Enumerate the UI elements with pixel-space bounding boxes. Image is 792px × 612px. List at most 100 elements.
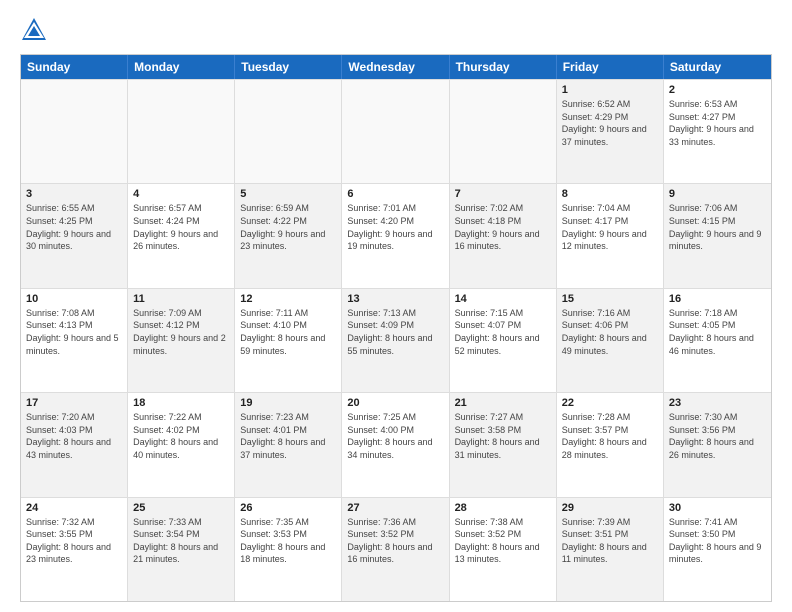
day-number: 5: [240, 188, 336, 200]
weekday-header: Tuesday: [235, 55, 342, 79]
calendar-cell: 25 Sunrise: 7:33 AMSunset: 3:54 PMDayligh…: [128, 498, 235, 601]
calendar-cell: 18 Sunrise: 7:22 AMSunset: 4:02 PMDayligh…: [128, 393, 235, 496]
day-info: Sunrise: 7:36 AMSunset: 3:52 PMDaylight:…: [347, 516, 443, 566]
day-info: Sunrise: 6:52 AMSunset: 4:29 PMDaylight:…: [562, 98, 658, 148]
calendar-cell: 13Sunrise: 7:13 AMSunset: 4:09 PMDayligh…: [342, 289, 449, 392]
calendar: SundayMondayTuesdayWednesdayThursdayFrid…: [20, 54, 772, 602]
weekday-header: Thursday: [450, 55, 557, 79]
calendar-cell: 3 Sunrise: 6:55 AMSunset: 4:25 PMDaylight…: [21, 184, 128, 287]
calendar-cell: 26 Sunrise: 7:35 AMSunset: 3:53 PMDayligh…: [235, 498, 342, 601]
page: SundayMondayTuesdayWednesdayThursdayFrid…: [0, 0, 792, 612]
day-number: 4: [133, 188, 229, 200]
weekday-header: Monday: [128, 55, 235, 79]
day-number: 19: [240, 397, 336, 409]
day-number: 6: [347, 188, 443, 200]
day-info: Sunrise: 7:39 AMSunset: 3:51 PMDaylight:…: [562, 516, 658, 566]
day-info: Sunrise: 7:02 AMSunset: 4:18 PMDaylight:…: [455, 202, 551, 252]
day-info: Sunrise: 7:04 AMSunset: 4:17 PMDaylight:…: [562, 202, 658, 252]
day-number: 8: [562, 188, 658, 200]
day-info: Sunrise: 7:27 AMSunset: 3:58 PMDaylight:…: [455, 411, 551, 461]
day-info: Sunrise: 7:41 AMSunset: 3:50 PMDaylight:…: [669, 516, 766, 566]
day-number: 9: [669, 188, 766, 200]
day-number: 16: [669, 293, 766, 305]
day-info: Sunrise: 7:11 AMSunset: 4:10 PMDaylight:…: [240, 307, 336, 357]
day-info: Sunrise: 6:55 AMSunset: 4:25 PMDaylight:…: [26, 202, 122, 252]
calendar-cell: 30 Sunrise: 7:41 AMSunset: 3:50 PMDayligh…: [664, 498, 771, 601]
calendar-cell: 2 Sunrise: 6:53 AMSunset: 4:27 PMDaylight…: [664, 80, 771, 183]
day-info: Sunrise: 7:06 AMSunset: 4:15 PMDaylight:…: [669, 202, 766, 252]
day-number: 24: [26, 502, 122, 514]
day-number: 18: [133, 397, 229, 409]
day-number: 25: [133, 502, 229, 514]
calendar-cell: 20Sunrise: 7:25 AMSunset: 4:00 PMDayligh…: [342, 393, 449, 496]
calendar-cell: 5 Sunrise: 6:59 AMSunset: 4:22 PMDaylight…: [235, 184, 342, 287]
calendar-cell: [128, 80, 235, 183]
day-info: Sunrise: 7:28 AMSunset: 3:57 PMDaylight:…: [562, 411, 658, 461]
calendar-cell: 27 Sunrise: 7:36 AMSunset: 3:52 PMDayligh…: [342, 498, 449, 601]
calendar-cell: 21 Sunrise: 7:27 AMSunset: 3:58 PMDayligh…: [450, 393, 557, 496]
day-number: 3: [26, 188, 122, 200]
calendar-cell: 8 Sunrise: 7:04 AMSunset: 4:17 PMDaylight…: [557, 184, 664, 287]
calendar-body: 1 Sunrise: 6:52 AMSunset: 4:29 PMDaylight…: [21, 79, 771, 601]
day-number: 30: [669, 502, 766, 514]
calendar-cell: 24 Sunrise: 7:32 AMSunset: 3:55 PMDayligh…: [21, 498, 128, 601]
day-info: Sunrise: 7:22 AMSunset: 4:02 PMDaylight:…: [133, 411, 229, 461]
calendar-row: 3 Sunrise: 6:55 AMSunset: 4:25 PMDaylight…: [21, 183, 771, 287]
day-info: Sunrise: 7:32 AMSunset: 3:55 PMDaylight:…: [26, 516, 122, 566]
calendar-cell: 4 Sunrise: 6:57 AMSunset: 4:24 PMDaylight…: [128, 184, 235, 287]
day-number: 27: [347, 502, 443, 514]
day-number: 11: [133, 293, 229, 305]
day-info: Sunrise: 6:53 AMSunset: 4:27 PMDaylight:…: [669, 98, 766, 148]
calendar-cell: 23Sunrise: 7:30 AMSunset: 3:56 PMDayligh…: [664, 393, 771, 496]
day-number: 12: [240, 293, 336, 305]
day-info: Sunrise: 6:57 AMSunset: 4:24 PMDaylight:…: [133, 202, 229, 252]
calendar-cell: 22 Sunrise: 7:28 AMSunset: 3:57 PMDayligh…: [557, 393, 664, 496]
day-info: Sunrise: 7:38 AMSunset: 3:52 PMDaylight:…: [455, 516, 551, 566]
calendar-cell: 11 Sunrise: 7:09 AMSunset: 4:12 PMDayligh…: [128, 289, 235, 392]
day-number: 29: [562, 502, 658, 514]
calendar-row: 17 Sunrise: 7:20 AMSunset: 4:03 PMDayligh…: [21, 392, 771, 496]
day-info: Sunrise: 7:23 AMSunset: 4:01 PMDaylight:…: [240, 411, 336, 461]
calendar-cell: 15Sunrise: 7:16 AMSunset: 4:06 PMDayligh…: [557, 289, 664, 392]
weekday-header: Sunday: [21, 55, 128, 79]
day-number: 7: [455, 188, 551, 200]
calendar-cell: 14 Sunrise: 7:15 AMSunset: 4:07 PMDayligh…: [450, 289, 557, 392]
calendar-cell: 16 Sunrise: 7:18 AMSunset: 4:05 PMDayligh…: [664, 289, 771, 392]
calendar-cell: 12 Sunrise: 7:11 AMSunset: 4:10 PMDayligh…: [235, 289, 342, 392]
calendar-cell: 6Sunrise: 7:01 AMSunset: 4:20 PMDaylight…: [342, 184, 449, 287]
day-info: Sunrise: 7:16 AMSunset: 4:06 PMDaylight:…: [562, 307, 658, 357]
calendar-row: 1 Sunrise: 6:52 AMSunset: 4:29 PMDaylight…: [21, 79, 771, 183]
calendar-cell: 29 Sunrise: 7:39 AMSunset: 3:51 PMDayligh…: [557, 498, 664, 601]
calendar-cell: 7 Sunrise: 7:02 AMSunset: 4:18 PMDaylight…: [450, 184, 557, 287]
calendar-cell: 10 Sunrise: 7:08 AMSunset: 4:13 PMDayligh…: [21, 289, 128, 392]
weekday-header: Wednesday: [342, 55, 449, 79]
day-number: 1: [562, 84, 658, 96]
weekday-header: Saturday: [664, 55, 771, 79]
day-number: 26: [240, 502, 336, 514]
calendar-cell: 19 Sunrise: 7:23 AMSunset: 4:01 PMDayligh…: [235, 393, 342, 496]
calendar-row: 24 Sunrise: 7:32 AMSunset: 3:55 PMDayligh…: [21, 497, 771, 601]
day-number: 17: [26, 397, 122, 409]
day-info: Sunrise: 7:35 AMSunset: 3:53 PMDaylight:…: [240, 516, 336, 566]
day-info: Sunrise: 7:09 AMSunset: 4:12 PMDaylight:…: [133, 307, 229, 357]
calendar-cell: [235, 80, 342, 183]
day-number: 2: [669, 84, 766, 96]
day-info: Sunrise: 7:08 AMSunset: 4:13 PMDaylight:…: [26, 307, 122, 357]
calendar-cell: [450, 80, 557, 183]
day-info: Sunrise: 7:20 AMSunset: 4:03 PMDaylight:…: [26, 411, 122, 461]
calendar-row: 10 Sunrise: 7:08 AMSunset: 4:13 PMDayligh…: [21, 288, 771, 392]
day-number: 14: [455, 293, 551, 305]
day-number: 28: [455, 502, 551, 514]
day-info: Sunrise: 7:18 AMSunset: 4:05 PMDaylight:…: [669, 307, 766, 357]
calendar-cell: [342, 80, 449, 183]
day-info: Sunrise: 7:33 AMSunset: 3:54 PMDaylight:…: [133, 516, 229, 566]
day-number: 22: [562, 397, 658, 409]
calendar-cell: 1 Sunrise: 6:52 AMSunset: 4:29 PMDaylight…: [557, 80, 664, 183]
calendar-cell: [21, 80, 128, 183]
day-info: Sunrise: 7:15 AMSunset: 4:07 PMDaylight:…: [455, 307, 551, 357]
logo: [20, 16, 52, 44]
weekday-header: Friday: [557, 55, 664, 79]
day-info: Sunrise: 6:59 AMSunset: 4:22 PMDaylight:…: [240, 202, 336, 252]
day-number: 21: [455, 397, 551, 409]
day-number: 10: [26, 293, 122, 305]
